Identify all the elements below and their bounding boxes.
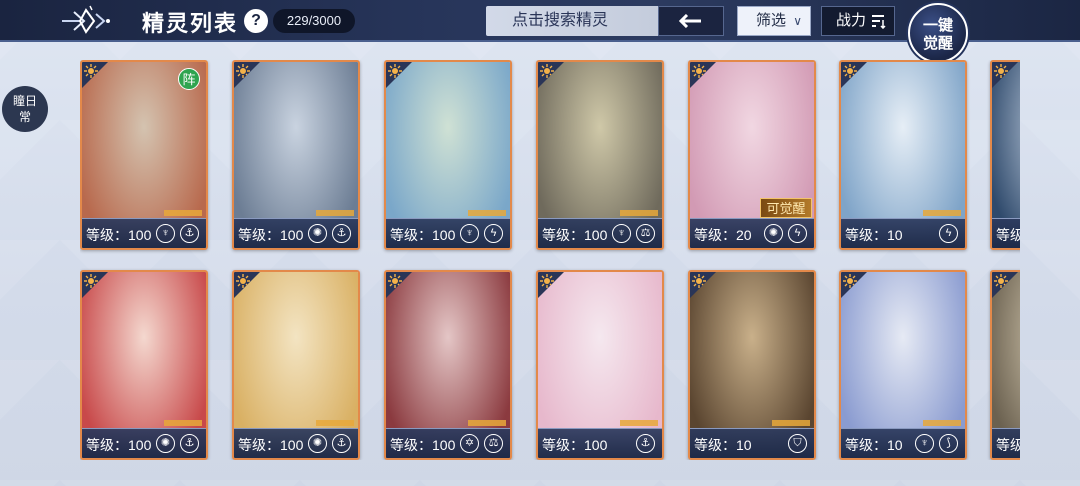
spirit-card[interactable]: 等级：100 ⚓ [536,270,664,460]
card-footer: 等级：100 ♆ ⚖ [538,218,662,248]
card-footer: 等级：100 ✺ ⚓ [234,218,358,248]
scale-element-icon: ⚖ [636,224,655,243]
bolt-element-icon: ϟ [788,224,807,243]
crest-element-icon: ♆ [915,434,934,453]
crest-element-icon: ♆ [460,224,479,243]
spirit-level: 等级：100 [238,227,304,243]
shield-element-icon: ⛉ [788,434,807,453]
side-tab-daily[interactable]: 瞳日 常 [2,86,48,132]
rarity-strip [164,210,202,216]
crest-element-icon: ♆ [612,224,631,243]
spirit-level: 等级：20 [694,227,752,243]
anchor-element-icon: ⚓ [332,434,351,453]
card-footer: 等级：10 ϟ [841,218,965,248]
sort-label: 战力 [836,12,867,29]
spirit-level: 等级：100 [542,227,608,243]
anchor-element-icon: ⚓ [180,434,199,453]
swirl-element-icon: ✺ [156,434,175,453]
spirit-card[interactable]: 等级：100 ✺ ⚓ [232,270,360,460]
spirit-level: 等级：100 [86,437,152,453]
arrow-left-icon [678,13,701,29]
card-footer: 等级：100 ✺ ⚓ [234,428,358,458]
rarity-strip [772,420,810,426]
page-title: 精灵列表 [142,11,239,36]
rarity-strip [620,420,658,426]
card-footer: 等级：100 ✺ ⚓ [82,428,206,458]
swirl-element-icon: ✺ [764,224,783,243]
card-footer: 等级：100 ⚓ [538,428,662,458]
awakenable-tag: 可觉醒 [760,198,812,218]
star-element-icon: ✡ [460,434,479,453]
scale-element-icon: ⚖ [484,434,503,453]
filter-label: 筛选 [756,12,787,29]
rarity-strip [164,420,202,426]
bolt-element-icon: ϟ [939,224,958,243]
wing-element-icon: ⟆ [939,434,958,453]
back-crystal-icon[interactable] [60,4,116,38]
side-tab-line2: 常 [18,110,31,124]
filter-button[interactable]: 筛选 ∨ [737,6,811,36]
spirit-grid: 阵等级：100 ♆ ⚓ 等级：100 ✺ ⚓ 等级：100 ♆ ϟ 等级：100 ♆ ⚖ 可觉醒 等级：2… [80,60,1020,460]
rarity-strip [316,420,354,426]
sort-button[interactable]: 战力 [821,6,895,36]
spirit-level: 等级：100 [390,437,456,453]
anchor-element-icon: ⚓ [636,434,655,453]
spirit-level: 等级： [996,437,1020,453]
rarity-strip [923,420,961,426]
spirit-card[interactable]: 阵等级：100 ♆ ⚓ [80,60,208,250]
rarity-strip [468,420,506,426]
spirit-card[interactable]: 等级：10 ϟ [839,60,967,250]
search-button[interactable] [658,6,724,36]
help-icon[interactable]: ? [244,9,268,33]
spirit-card[interactable]: 等级：10 ⛉ [688,270,816,460]
spirit-level: 等级：10 [845,437,903,453]
spirit-card[interactable]: 等级：100 ♆ ϟ [384,60,512,250]
crest-element-icon: ♆ [156,224,175,243]
spirit-card[interactable]: 可觉醒 等级：20 ✺ ϟ [688,60,816,250]
spirit-card[interactable]: 等级：100 ♆ ⚖ [536,60,664,250]
spirit-level: 等级：10 [845,227,903,243]
spirit-level: 等级：100 [542,437,608,453]
card-footer: 等级：100 ♆ ϟ [386,218,510,248]
awaken-line2: 觉醒 [922,35,953,52]
card-footer: 等级： [992,428,1020,458]
card-footer: 等级：100 ✡ ⚖ [386,428,510,458]
spirit-level: 等级： [996,227,1020,243]
card-footer: 等级： [992,218,1020,248]
card-footer: 等级：20 ✺ ϟ [690,218,814,248]
anchor-element-icon: ⚓ [332,224,351,243]
swirl-element-icon: ✺ [308,224,327,243]
spirit-level: 等级：100 [390,227,456,243]
anchor-element-icon: ⚓ [180,224,199,243]
spirit-card[interactable]: 等级：100 ✡ ⚖ [384,270,512,460]
spirit-level: 等级：10 [694,437,752,453]
chevron-down-icon: ∨ [793,14,802,28]
spirit-card[interactable]: 等级： [990,60,1020,250]
spirit-count: 229/3000 [273,9,355,33]
spirit-card[interactable]: 等级：100 ✺ ⚓ [232,60,360,250]
sort-descending-icon [872,15,886,29]
spirit-level: 等级：100 [238,437,304,453]
spirit-level: 等级：100 [86,227,152,243]
one-click-awaken-button[interactable]: 一键 觉醒 [908,3,968,63]
rarity-strip [923,210,961,216]
rarity-strip [620,210,658,216]
bolt-element-icon: ϟ [484,224,503,243]
awaken-line1: 一键 [922,17,953,34]
swirl-element-icon: ✺ [308,434,327,453]
card-footer: 等级：100 ♆ ⚓ [82,218,206,248]
spirit-card[interactable]: 等级：100 ✺ ⚓ [80,270,208,460]
rarity-strip [316,210,354,216]
spirit-card[interactable]: 等级： [990,270,1020,460]
formation-badge: 阵 [178,68,200,90]
search-input[interactable]: 点击搜索精灵 [486,6,658,36]
spirit-card[interactable]: 等级：10 ♆ ⟆ [839,270,967,460]
rarity-strip [468,210,506,216]
side-tab-line1: 瞳日 [12,94,37,108]
card-footer: 等级：10 ♆ ⟆ [841,428,965,458]
card-footer: 等级：10 ⛉ [690,428,814,458]
